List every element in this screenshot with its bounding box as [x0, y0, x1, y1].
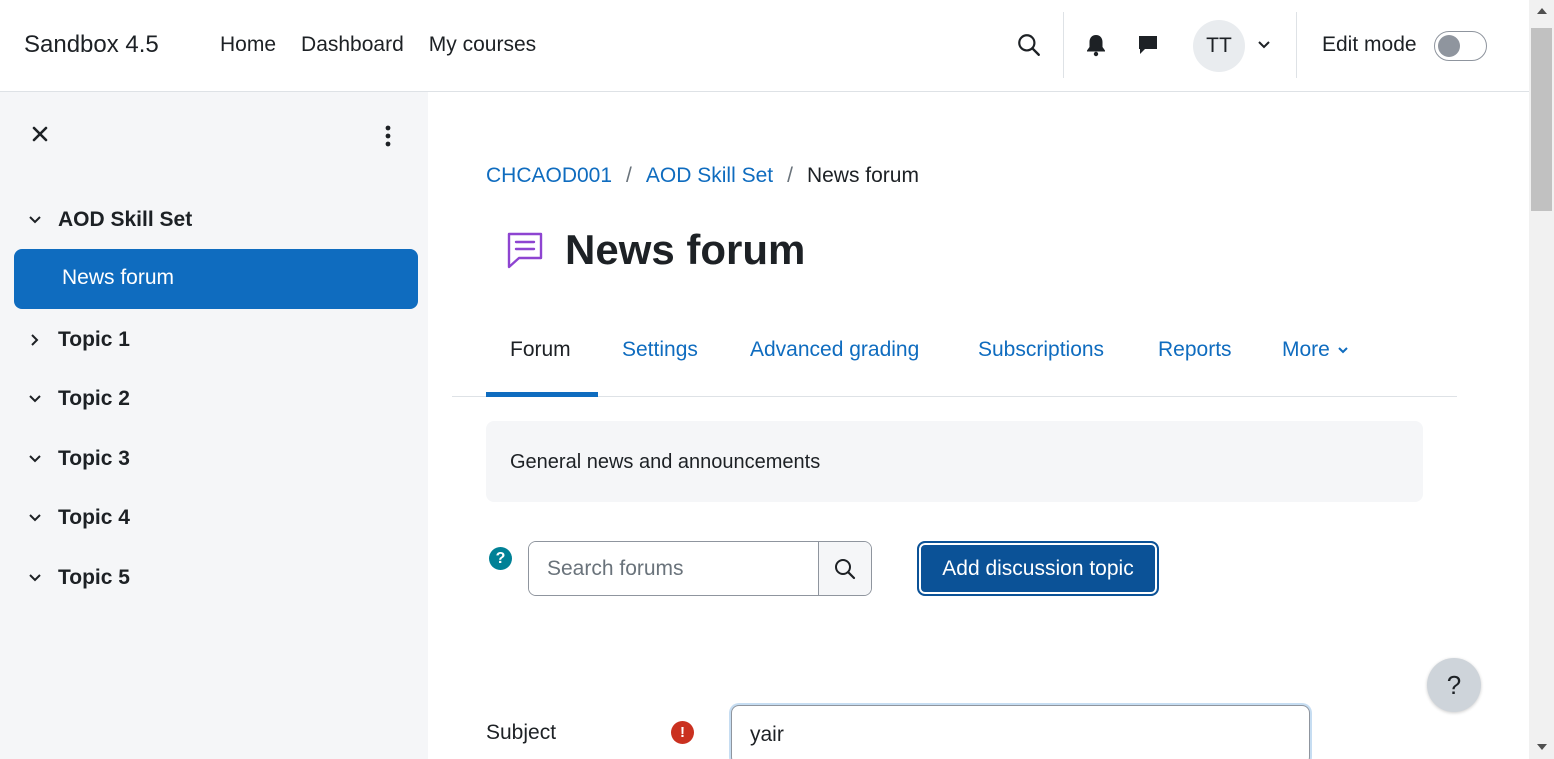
chevron-down-icon: [1338, 347, 1348, 354]
breadcrumb-link-course[interactable]: CHCAOD001: [486, 164, 612, 188]
user-avatar[interactable]: TT: [1193, 20, 1245, 72]
top-navbar: Sandbox 4.5 Home Dashboard My courses TT…: [0, 0, 1529, 92]
search-forums-input[interactable]: [529, 542, 818, 595]
nav-dashboard-link[interactable]: Dashboard: [301, 33, 404, 57]
site-brand[interactable]: Sandbox 4.5: [24, 31, 159, 59]
page-scrollbar[interactable]: [1529, 0, 1554, 759]
page-title: News forum: [565, 226, 806, 273]
section-label: Topic 3: [58, 447, 130, 470]
scrollbar-thumb[interactable]: [1531, 28, 1552, 211]
more-options-icon[interactable]: [378, 122, 398, 150]
nav-home-link[interactable]: Home: [220, 33, 276, 57]
edit-mode-label: Edit mode: [1322, 33, 1417, 56]
forum-intro: General news and announcements: [486, 421, 1423, 502]
chevron-down-icon[interactable]: [1255, 36, 1273, 54]
section-label: AOD Skill Set: [58, 208, 193, 231]
chevron-down-icon[interactable]: [27, 510, 43, 526]
subject-label: Subject: [486, 721, 557, 744]
navbar-divider: [1296, 12, 1297, 78]
chevron-down-icon[interactable]: [27, 212, 43, 228]
course-item-news-forum[interactable]: News forum: [14, 249, 418, 309]
add-discussion-topic-button[interactable]: Add discussion topic: [917, 541, 1159, 596]
scroll-up-arrow-icon[interactable]: [1537, 8, 1547, 14]
tab-forum[interactable]: Forum: [510, 338, 571, 362]
breadcrumb-separator: /: [626, 164, 632, 187]
forum-intro-text: General news and announcements: [510, 451, 821, 473]
breadcrumb-current: News forum: [806, 164, 919, 187]
search-submit-button[interactable]: [818, 542, 871, 595]
scroll-down-arrow-icon[interactable]: [1537, 744, 1547, 750]
chevron-down-icon[interactable]: [27, 451, 43, 467]
section-aod-skill-set[interactable]: AOD Skill Set: [0, 200, 428, 240]
course-index-drawer: AOD Skill Set News forum Topic 1 Topic 2…: [0, 92, 428, 759]
section-label: Topic 1: [58, 328, 130, 351]
close-icon[interactable]: [28, 122, 52, 146]
breadcrumb: CHCAOD001 / AOD Skill Set / News forum: [486, 164, 919, 188]
secondary-navigation-tabs: Forum Settings Advanced grading Subscrip…: [452, 322, 1457, 397]
section-label: Topic 5: [58, 566, 130, 589]
section-topic-3[interactable]: Topic 3: [0, 439, 428, 479]
section-topic-5[interactable]: Topic 5: [0, 558, 428, 598]
nav-my-courses-link[interactable]: My courses: [429, 33, 536, 57]
section-topic-4[interactable]: Topic 4: [0, 498, 428, 538]
tab-more[interactable]: More: [1282, 338, 1350, 362]
help-icon[interactable]: ?: [489, 547, 512, 570]
search-forums-group: [528, 541, 872, 596]
messages-chat-icon[interactable]: [1134, 30, 1162, 60]
required-icon: !: [671, 721, 694, 744]
chevron-right-icon[interactable]: [27, 332, 43, 348]
active-tab-indicator: [486, 392, 598, 397]
breadcrumb-link-section[interactable]: AOD Skill Set: [646, 164, 773, 188]
section-topic-2[interactable]: Topic 2: [0, 379, 428, 419]
primary-navigation: Home Dashboard My courses: [220, 33, 536, 57]
section-topic-1[interactable]: Topic 1: [0, 320, 428, 360]
forum-icon: [504, 229, 546, 271]
section-label: Topic 4: [58, 506, 130, 529]
section-label: Topic 2: [58, 387, 130, 410]
edit-mode-toggle[interactable]: [1434, 31, 1487, 61]
tab-advanced-grading[interactable]: Advanced grading: [750, 338, 919, 362]
breadcrumb-separator: /: [787, 164, 793, 187]
search-icon: [835, 558, 856, 579]
help-button[interactable]: ?: [1427, 658, 1481, 712]
course-item-label: News forum: [62, 266, 175, 289]
subject-input[interactable]: [731, 705, 1310, 759]
tab-more-label: More: [1282, 338, 1330, 361]
chevron-down-icon[interactable]: [27, 391, 43, 407]
tab-subscriptions[interactable]: Subscriptions: [978, 338, 1104, 362]
search-icon[interactable]: [1015, 30, 1043, 60]
navbar-divider: [1063, 12, 1064, 78]
tab-reports[interactable]: Reports: [1158, 338, 1232, 362]
notification-bell-icon[interactable]: [1082, 30, 1110, 60]
toggle-knob: [1438, 35, 1460, 57]
chevron-down-icon[interactable]: [27, 570, 43, 586]
tab-settings[interactable]: Settings: [622, 338, 698, 362]
